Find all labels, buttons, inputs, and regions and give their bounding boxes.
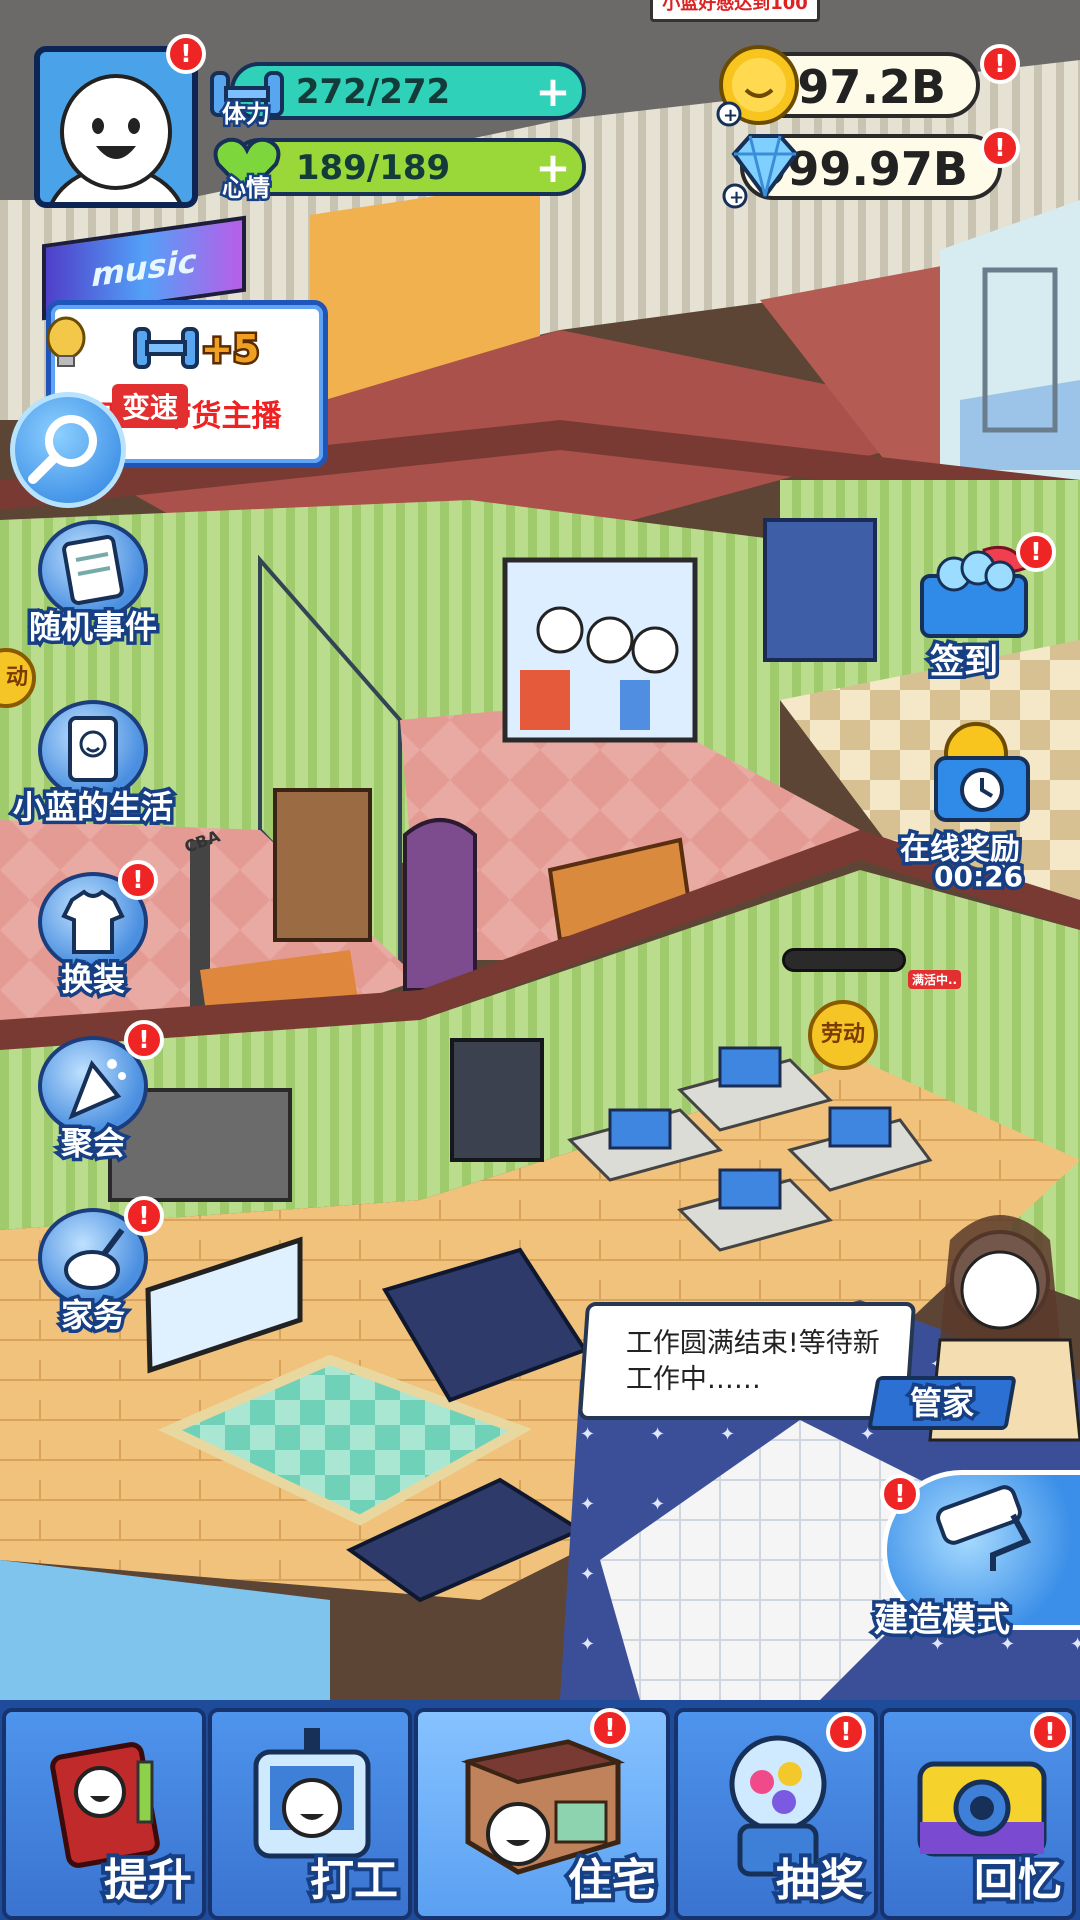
tab-upgrade-label: 提升 [100,1851,196,1910]
tab-upgrade[interactable]: 提升 [2,1708,206,1920]
speed-tag-label: 变速 [122,391,179,424]
residence-alert-badge: ! [590,1708,630,1748]
labor-edge-text: 动 [5,665,28,690]
labor-tag-text: 劳动 [820,1022,865,1047]
svg-text:+: + [723,105,738,126]
quest-reward: +5 [198,325,261,374]
tab-work[interactable]: 打工 [208,1708,412,1920]
gem-alert-badge: ! [980,128,1020,168]
tab-lottery-label: 抽奖 [772,1851,868,1910]
lightbulb-icon [44,316,88,372]
recharging-tag-text: 满活中.. [912,973,958,987]
quest-reward-icon [131,323,201,373]
coin-icon: + [716,42,802,128]
outfit-alert-badge: ! [118,860,158,900]
butler-dialog-text: 工作圆满结束!等待新工作中…… [625,1328,880,1395]
tab-work-label: 打工 [306,1851,402,1910]
tab-residence-label: 住宅 [564,1851,660,1910]
recharging-tag: 满活中.. [908,970,962,989]
housework-alert-badge: ! [124,1196,164,1236]
butler-label[interactable]: 管家 [867,1376,1017,1430]
random-event-button[interactable]: 随机事件 [18,510,168,660]
lottery-alert-badge: ! [826,1712,866,1752]
butler-label-text: 管家 [906,1381,977,1426]
labor-tag[interactable]: 劳动 [808,1000,878,1070]
party-label: 聚会 [57,1121,128,1166]
random-event-label: 随机事件 [25,605,160,650]
mood-label: 心情 [220,172,273,205]
svg-text:+: + [729,187,744,208]
magnifier-icon [28,415,97,484]
sign-in-label: 签到 [927,639,1002,686]
sign-in-alert-badge: ! [1016,532,1056,572]
speed-tag[interactable]: 变速 [112,384,189,428]
clock-coin-icon [922,718,1042,828]
progress-bar [782,948,906,972]
outfit-label: 换装 [57,957,128,1002]
online-reward-timer: 00:26 [930,857,1026,897]
player-avatar[interactable] [34,46,198,208]
mood-add-button[interactable]: + [534,147,572,189]
search-zoom-button[interactable] [10,392,126,508]
butler-dialog[interactable]: 工作圆满结束!等待新工作中…… [577,1302,917,1420]
xiaolan-life-label: 小蓝的生活 [9,785,176,830]
bottom-nav: 提升 打工 住宅 ! 抽奖 ! 回忆 ! [0,1700,1080,1920]
top-banner-text: 小蓝好感达到100 [662,0,808,14]
stamina-add-button[interactable]: + [534,71,572,113]
top-banner: 小蓝好感达到100 [650,0,820,22]
xiaolan-life-button[interactable]: 小蓝的生活 [9,690,177,840]
memories-alert-badge: ! [1030,1712,1070,1752]
avatar-face-icon [50,74,182,202]
game-screen: { "player": { "stamina_label": "体力", "st… [0,0,1080,1920]
stamina-label: 体力 [220,98,273,131]
coin-alert-badge: ! [980,44,1020,84]
online-reward-button[interactable]: 在线奖励 00:26 [894,712,1074,897]
tab-memories-label: 回忆 [970,1851,1066,1910]
paint-roller-icon [923,1485,1043,1575]
music-sign-text: music [91,241,197,295]
housework-label: 家务 [57,1293,128,1338]
tab-residence[interactable]: 住宅 [414,1708,670,1920]
avatar-alert-badge: ! [166,34,206,74]
build-mode-label: 建造模式 [871,1597,1014,1644]
party-alert-badge: ! [124,1020,164,1060]
diamond-icon: + [722,124,808,210]
build-mode-alert-badge: ! [880,1474,920,1514]
